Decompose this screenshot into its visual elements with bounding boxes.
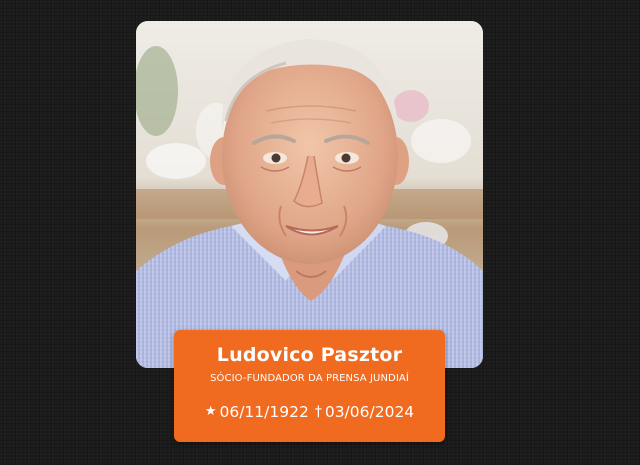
life-dates: ★ 06/11/1922 † 03/06/2024 xyxy=(174,402,445,421)
cross-icon: † xyxy=(314,403,322,420)
portrait-photo xyxy=(136,21,483,368)
birth-date: 06/11/1922 xyxy=(219,402,309,421)
elderly-man-portrait xyxy=(136,21,483,368)
death-date: 03/06/2024 xyxy=(324,402,415,421)
star-icon: ★ xyxy=(204,404,217,419)
name-plate: Ludovico Pasztor SÓCIO-FUNDADOR DA PRENS… xyxy=(174,330,445,442)
person-name: Ludovico Pasztor xyxy=(216,344,403,366)
person-role: SÓCIO-FUNDADOR DA PRENSA JUNDIAÍ xyxy=(210,373,409,384)
